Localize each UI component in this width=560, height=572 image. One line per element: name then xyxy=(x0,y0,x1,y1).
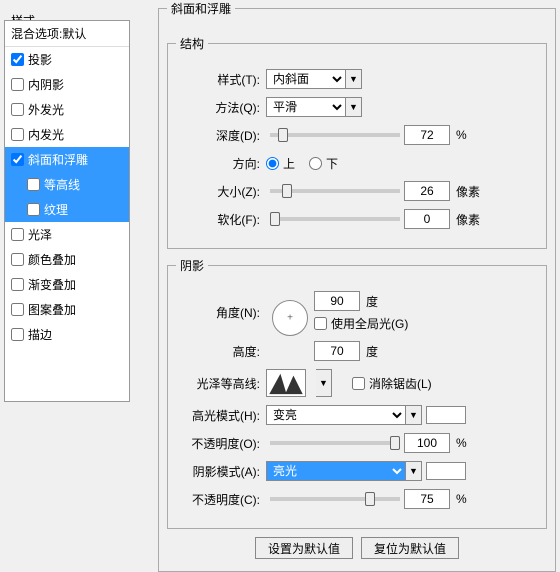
reset-default-button[interactable]: 复位为默认值 xyxy=(361,537,459,559)
shadow-mode-label: 阴影模式(A): xyxy=(176,463,266,480)
gloss-contour-picker[interactable] xyxy=(266,369,306,397)
style-item-checkbox[interactable] xyxy=(11,278,24,291)
angle-label: 角度(N): xyxy=(176,304,266,321)
highlight-opacity-input[interactable] xyxy=(404,433,450,453)
angle-input[interactable] xyxy=(314,291,360,311)
style-item-checkbox[interactable] xyxy=(27,203,40,216)
style-item-11[interactable]: 描边 xyxy=(5,322,129,347)
angle-unit: 度 xyxy=(366,293,378,310)
depth-unit: % xyxy=(456,128,467,142)
gloss-contour-label: 光泽等高线: xyxy=(176,375,266,392)
global-light-label: 使用全局光(G) xyxy=(331,315,408,332)
soften-slider[interactable] xyxy=(270,217,400,221)
shading-legend: 阴影 xyxy=(176,257,208,274)
soften-label: 软化(F): xyxy=(176,211,266,228)
soften-input[interactable] xyxy=(404,209,450,229)
style-item-label: 投影 xyxy=(28,51,52,68)
altitude-input[interactable] xyxy=(314,341,360,361)
direction-up-radio[interactable]: 上 xyxy=(266,155,295,172)
style-item-7[interactable]: 光泽 xyxy=(5,222,129,247)
shadow-opacity-unit: % xyxy=(456,492,467,506)
style-item-label: 斜面和浮雕 xyxy=(28,151,88,168)
style-item-label: 颜色叠加 xyxy=(28,251,76,268)
up-label: 上 xyxy=(283,155,295,172)
direction-down-radio[interactable]: 下 xyxy=(309,155,338,172)
style-item-checkbox[interactable] xyxy=(11,78,24,91)
chevron-down-icon[interactable]: ▼ xyxy=(316,369,332,397)
style-item-6[interactable]: 纹理 xyxy=(5,197,129,222)
style-item-8[interactable]: 颜色叠加 xyxy=(5,247,129,272)
structure-legend: 结构 xyxy=(176,35,208,52)
styles-panel: 混合选项:默认 投影内阴影外发光内发光斜面和浮雕等高线纹理光泽颜色叠加渐变叠加图… xyxy=(4,20,130,402)
shadow-color-swatch[interactable] xyxy=(426,462,466,480)
altitude-unit: 度 xyxy=(366,343,378,360)
style-item-2[interactable]: 外发光 xyxy=(5,97,129,122)
style-item-checkbox[interactable] xyxy=(27,178,40,191)
size-input[interactable] xyxy=(404,181,450,201)
style-item-1[interactable]: 内阴影 xyxy=(5,72,129,97)
altitude-label: 高度: xyxy=(176,343,266,360)
method-label: 方法(Q): xyxy=(176,99,266,116)
style-item-0[interactable]: 投影 xyxy=(5,47,129,72)
style-item-label: 描边 xyxy=(28,326,52,343)
size-unit: 像素 xyxy=(456,183,480,200)
highlight-opacity-unit: % xyxy=(456,436,467,450)
style-item-checkbox[interactable] xyxy=(11,153,24,166)
blend-options-row[interactable]: 混合选项:默认 xyxy=(5,21,129,47)
depth-input[interactable] xyxy=(404,125,450,145)
global-light-checkbox[interactable] xyxy=(314,317,327,330)
style-item-label: 渐变叠加 xyxy=(28,276,76,293)
shadow-opacity-label: 不透明度(C): xyxy=(176,491,266,508)
angle-dial[interactable] xyxy=(272,300,308,336)
bevel-emboss-group: 斜面和浮雕 结构 样式(T): 内斜面 ▼ 方法(Q): 平滑 ▼ 深度(D):… xyxy=(158,0,556,572)
style-item-10[interactable]: 图案叠加 xyxy=(5,297,129,322)
direction-label: 方向: xyxy=(176,155,266,172)
size-slider[interactable] xyxy=(270,189,400,193)
antialias-checkbox[interactable] xyxy=(352,377,365,390)
chevron-down-icon[interactable]: ▼ xyxy=(406,405,422,425)
size-label: 大小(Z): xyxy=(176,183,266,200)
style-item-checkbox[interactable] xyxy=(11,128,24,141)
style-item-4[interactable]: 斜面和浮雕 xyxy=(5,147,129,172)
style-item-checkbox[interactable] xyxy=(11,103,24,116)
chevron-down-icon[interactable]: ▼ xyxy=(346,69,362,89)
shadow-mode-select[interactable]: 亮光 xyxy=(266,461,406,481)
chevron-down-icon[interactable]: ▼ xyxy=(406,461,422,481)
make-default-button[interactable]: 设置为默认值 xyxy=(255,537,353,559)
style-item-9[interactable]: 渐变叠加 xyxy=(5,272,129,297)
highlight-mode-select[interactable]: 变亮 xyxy=(266,405,406,425)
style-label: 样式(T): xyxy=(176,71,266,88)
style-select[interactable]: 内斜面 xyxy=(266,69,346,89)
depth-slider[interactable] xyxy=(270,133,400,137)
style-item-label: 内阴影 xyxy=(28,76,64,93)
down-label: 下 xyxy=(326,155,338,172)
bevel-emboss-legend: 斜面和浮雕 xyxy=(167,0,235,17)
style-item-label: 光泽 xyxy=(28,226,52,243)
style-item-label: 外发光 xyxy=(28,101,64,118)
style-item-3[interactable]: 内发光 xyxy=(5,122,129,147)
method-select[interactable]: 平滑 xyxy=(266,97,346,117)
antialias-label: 消除锯齿(L) xyxy=(369,375,432,392)
style-item-checkbox[interactable] xyxy=(11,253,24,266)
style-item-checkbox[interactable] xyxy=(11,328,24,341)
depth-label: 深度(D): xyxy=(176,127,266,144)
highlight-opacity-slider[interactable] xyxy=(270,441,400,445)
structure-group: 结构 样式(T): 内斜面 ▼ 方法(Q): 平滑 ▼ 深度(D): % 方向:… xyxy=(167,35,547,249)
chevron-down-icon[interactable]: ▼ xyxy=(346,97,362,117)
highlight-mode-label: 高光模式(H): xyxy=(176,407,266,424)
style-item-checkbox[interactable] xyxy=(11,53,24,66)
shadow-opacity-slider[interactable] xyxy=(270,497,400,501)
style-item-5[interactable]: 等高线 xyxy=(5,172,129,197)
style-item-label: 图案叠加 xyxy=(28,301,76,318)
highlight-color-swatch[interactable] xyxy=(426,406,466,424)
style-item-label: 纹理 xyxy=(44,201,68,218)
style-item-label: 内发光 xyxy=(28,126,64,143)
highlight-opacity-label: 不透明度(O): xyxy=(176,435,266,452)
shadow-opacity-input[interactable] xyxy=(404,489,450,509)
style-item-checkbox[interactable] xyxy=(11,303,24,316)
style-item-checkbox[interactable] xyxy=(11,228,24,241)
style-item-label: 等高线 xyxy=(44,176,80,193)
soften-unit: 像素 xyxy=(456,211,480,228)
shading-group: 阴影 角度(N): 度 使用全局光(G) 高度: 度 xyxy=(167,257,547,529)
